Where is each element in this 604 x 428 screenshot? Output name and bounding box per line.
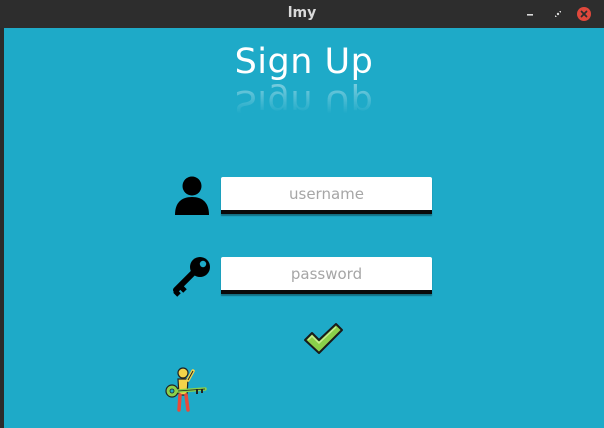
person-with-key-icon	[161, 365, 211, 419]
password-input[interactable]	[221, 257, 432, 294]
key-icon	[170, 254, 216, 302]
signup-panel: Sign Up Sign Up	[4, 28, 604, 428]
close-icon	[577, 7, 591, 21]
signup-heading-reflection: Sign Up	[234, 82, 374, 122]
checkmark-icon	[304, 323, 343, 354]
signup-heading: Sign Up	[234, 42, 374, 82]
username-input[interactable]	[221, 177, 432, 214]
maximize-icon	[555, 11, 561, 17]
window-titlebar: lmy	[0, 0, 604, 28]
close-button[interactable]	[577, 7, 591, 21]
window-title: lmy	[287, 5, 317, 21]
minimize-icon	[527, 14, 533, 16]
submit-button[interactable]	[302, 322, 344, 360]
user-icon	[172, 175, 212, 221]
minimize-button[interactable]	[523, 7, 537, 21]
maximize-button[interactable]	[551, 7, 565, 21]
